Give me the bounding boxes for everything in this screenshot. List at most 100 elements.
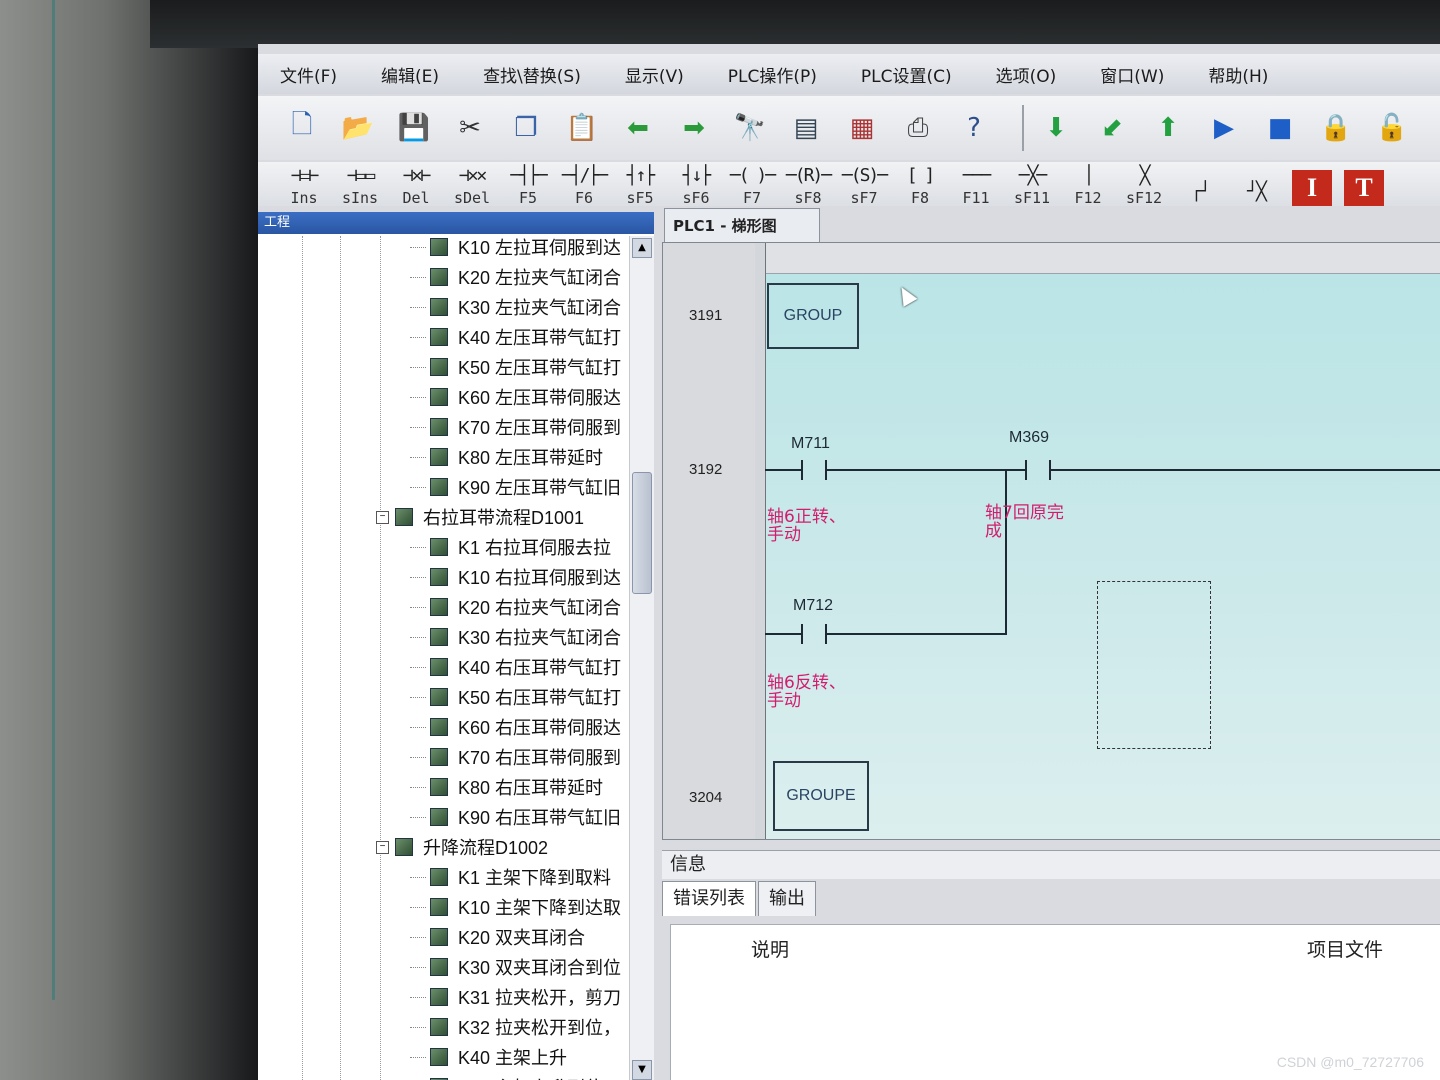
tree-item[interactable]: K80 左压耳带延时 xyxy=(410,444,603,470)
collapse-icon[interactable]: − xyxy=(376,510,389,524)
ladder-block-button[interactable]: T xyxy=(1344,170,1384,206)
ladder-tool-button[interactable]: [ ] F8 xyxy=(894,167,946,207)
print-icon[interactable]: ⎙ xyxy=(898,108,938,148)
upload-icon[interactable]: ⬆ xyxy=(1148,108,1188,148)
paste-icon[interactable]: 📋 xyxy=(562,108,602,148)
tree-item[interactable]: K30 双夹耳闭合到位 xyxy=(410,954,621,980)
help-icon[interactable]: ? xyxy=(954,108,994,148)
ladder-tool-button[interactable]: │ F12 xyxy=(1062,167,1114,207)
binoculars-icon[interactable]: 🔭 xyxy=(730,108,770,148)
ladder-tool-button[interactable]: ─┤├─ F5 xyxy=(502,167,554,207)
cut-icon[interactable]: ✂ xyxy=(450,108,490,148)
tree-group[interactable]: − 右拉耳带流程D1001 xyxy=(376,504,584,530)
tree-item[interactable]: K90 右压耳带气缸旧 xyxy=(410,804,621,830)
tree-item[interactable]: K20 右拉夹气缸闭合 xyxy=(410,594,621,620)
menu-edit[interactable]: 编辑(E) xyxy=(359,62,461,87)
tree-item[interactable]: K90 左压耳带气缸旧 xyxy=(410,474,621,500)
ladder-tool-button[interactable]: ⊣✕✕ sDel xyxy=(446,167,498,207)
column-header-description[interactable]: 说明 xyxy=(751,935,789,962)
download-icon[interactable]: ⬇ xyxy=(1036,108,1076,148)
scroll-down-icon[interactable]: ▼ xyxy=(632,1060,652,1080)
ladder-view-icon[interactable]: ▤ xyxy=(786,108,826,148)
tree-item[interactable]: K20 双夹耳闭合 xyxy=(410,924,585,950)
ladder-tool-button[interactable]: ┤↓├ sF6 xyxy=(670,167,722,207)
back-arrow-icon[interactable]: ⬅ xyxy=(618,108,658,148)
tab-ladder-diagram[interactable]: PLC1 - 梯形图 xyxy=(664,208,820,243)
unlock-icon[interactable]: 🔓 xyxy=(1372,108,1412,148)
forward-arrow-icon[interactable]: ➡ xyxy=(674,108,714,148)
ladder-tool-button[interactable]: ─(R)─ sF8 xyxy=(782,167,834,207)
contact-m712[interactable] xyxy=(801,624,827,644)
download-all-icon[interactable]: ⬋ xyxy=(1092,108,1132,148)
ladder-tool-button[interactable]: ─┤/├─ F6 xyxy=(558,167,610,207)
selection-cursor-box[interactable] xyxy=(1097,581,1211,749)
tree-item[interactable]: K1 右拉耳伺服去拉 xyxy=(410,534,611,560)
ladder-tool-button[interactable]: ─(S)─ sF7 xyxy=(838,167,890,207)
ladder-block-button[interactable]: I xyxy=(1292,170,1332,206)
tree-item[interactable]: K60 右压耳带伺服达 xyxy=(410,714,621,740)
stop-icon[interactable]: ■ xyxy=(1260,108,1300,148)
tree-item[interactable]: K30 右拉夹气缸闭合 xyxy=(410,624,621,650)
contact-m711[interactable] xyxy=(801,460,827,480)
ladder-tool-button[interactable]: ⊣▭⊢ Ins xyxy=(278,167,330,207)
tree-item[interactable]: K31 拉夹松开，剪刀 xyxy=(410,984,621,1010)
lock-icon[interactable]: 🔒 xyxy=(1316,108,1356,148)
group-end-block[interactable]: GROUPE xyxy=(773,761,869,831)
project-tree: K10 左拉耳伺服到达 K20 左拉夹气缸闭合 K30 左拉夹气缸闭合 K40 左压耳… xyxy=(258,236,628,1080)
tab-output[interactable]: 输出 xyxy=(758,881,816,916)
group-start-block[interactable]: GROUP xyxy=(767,283,859,349)
save-icon[interactable]: 💾 xyxy=(394,108,434,148)
tree-item[interactable]: K10 左拉耳伺服到达 xyxy=(410,236,621,260)
ladder-tool-button[interactable]: ╳ sF12 xyxy=(1118,167,1170,207)
tree-item[interactable]: K20 左拉夹气缸闭合 xyxy=(410,264,621,290)
tree-item[interactable]: K80 右压耳带延时 xyxy=(410,774,603,800)
instruction-view-icon[interactable]: ▦ xyxy=(842,108,882,148)
ladder-tool-button[interactable]: ─── F11 xyxy=(950,167,1002,207)
ladder-editor[interactable]: 3191 3192 3204 GROUP M711 M369 轴6正转、 手动 … xyxy=(662,242,1440,840)
menu-plc-operation[interactable]: PLC操作(P) xyxy=(706,62,839,87)
tree-item[interactable]: K30 左拉夹气缸闭合 xyxy=(410,294,621,320)
tree-item[interactable]: K70 右压耳带伺服到 xyxy=(410,744,621,770)
tree-item[interactable]: K10 主架下降到达取 xyxy=(410,894,621,920)
tree-scrollbar[interactable]: ▲ ▼ xyxy=(629,236,654,1080)
menu-options[interactable]: 选项(O) xyxy=(974,62,1079,87)
ladder-tool-button[interactable]: ─( )─ F7 xyxy=(726,167,778,207)
menu-file[interactable]: 文件(F) xyxy=(258,62,359,87)
contact-comment: 手动 xyxy=(767,525,801,545)
tree-item[interactable]: K40 主架上升 xyxy=(410,1044,567,1070)
new-file-icon[interactable]: 🗋 xyxy=(282,108,322,148)
tab-error-list[interactable]: 错误列表 xyxy=(662,881,756,916)
tree-connector xyxy=(410,966,426,968)
tree-item[interactable]: K10 右拉耳伺服到达 xyxy=(410,564,621,590)
ladder-tool-button[interactable]: ┌┘ xyxy=(1174,183,1226,206)
step-node-icon xyxy=(430,418,448,436)
menu-find-replace[interactable]: 查找\替换(S) xyxy=(461,62,603,87)
ladder-tool-button[interactable]: ┘╳ xyxy=(1230,183,1282,206)
tree-item[interactable]: K40 右压耳带气缸打 xyxy=(410,654,621,680)
collapse-icon[interactable]: − xyxy=(376,840,389,854)
scroll-thumb[interactable] xyxy=(632,472,652,594)
run-icon[interactable]: ▶ xyxy=(1204,108,1244,148)
contact-m369[interactable] xyxy=(1025,460,1051,480)
menu-help[interactable]: 帮助(H) xyxy=(1186,62,1290,87)
tree-item[interactable]: K60 左压耳带伺服达 xyxy=(410,384,621,410)
copy-icon[interactable]: ❐ xyxy=(506,108,546,148)
tree-group[interactable]: − 升降流程D1002 xyxy=(376,834,548,860)
tree-item[interactable]: K70 左压耳带伺服到 xyxy=(410,414,621,440)
open-folder-icon[interactable]: 📂 xyxy=(338,108,378,148)
tree-item[interactable]: K50 右压耳带气缸打 xyxy=(410,684,621,710)
column-header-project-file[interactable]: 项目文件 xyxy=(1307,935,1383,962)
ladder-tool-button[interactable]: ┤↑├ sF5 xyxy=(614,167,666,207)
tree-item[interactable]: K50 左压耳带气缸打 xyxy=(410,354,621,380)
menu-window[interactable]: 窗口(W) xyxy=(1078,62,1186,87)
menu-view[interactable]: 显示(V) xyxy=(603,62,706,87)
tree-item[interactable]: K40 左压耳带气缸打 xyxy=(410,324,621,350)
ladder-tool-button[interactable]: ⊣✕⊢ Del xyxy=(390,167,442,207)
menu-plc-settings[interactable]: PLC设置(C) xyxy=(839,62,974,87)
tree-item[interactable]: K50 主架上升到位 xyxy=(410,1074,603,1080)
scroll-up-icon[interactable]: ▲ xyxy=(632,238,652,258)
tree-item[interactable]: K1 主架下降到取料 xyxy=(410,864,611,890)
ladder-tool-button[interactable]: ─╳─ sF11 xyxy=(1006,167,1058,207)
tree-item[interactable]: K32 拉夹松开到位， xyxy=(410,1014,621,1040)
ladder-tool-button[interactable]: ⊣▭▭ sIns xyxy=(334,167,386,207)
